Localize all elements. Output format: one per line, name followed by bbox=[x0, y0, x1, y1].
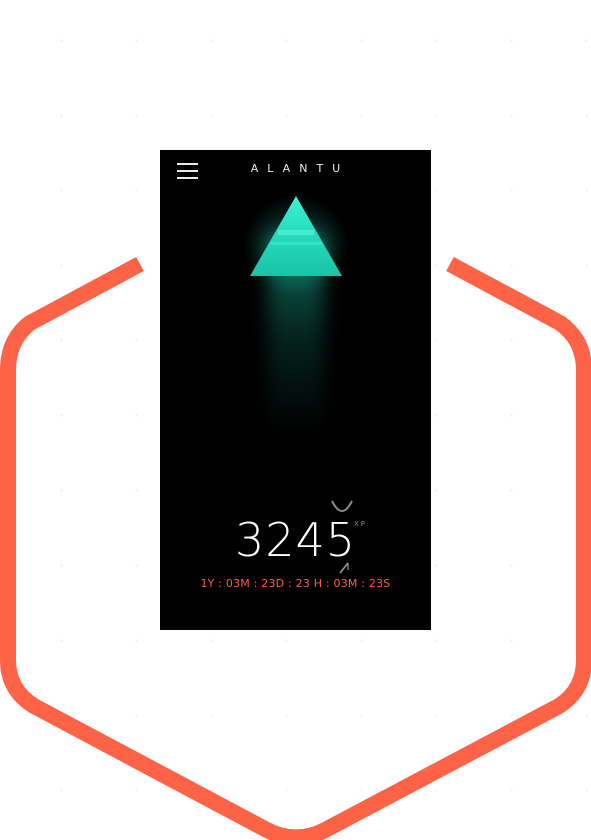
xp-value: 3245 bbox=[234, 513, 357, 567]
slash-marker-icon bbox=[339, 562, 349, 574]
phone-screen: ALANTU 3245 XP 1Y : 03M : 23D : 23 H: 0… bbox=[160, 150, 431, 630]
xp-unit-label: XP bbox=[354, 520, 368, 528]
pyramid-icon bbox=[250, 196, 342, 276]
menu-bar-bottom bbox=[177, 177, 198, 179]
countdown-timer: 1Y : 03M : 23D : 23 H : 03M : 23S bbox=[200, 577, 391, 590]
brand-logo: ALANTU bbox=[250, 162, 350, 175]
canvas: ALANTU 3245 XP 1Y : 03M : 23D : 23 H: 0… bbox=[0, 0, 591, 840]
